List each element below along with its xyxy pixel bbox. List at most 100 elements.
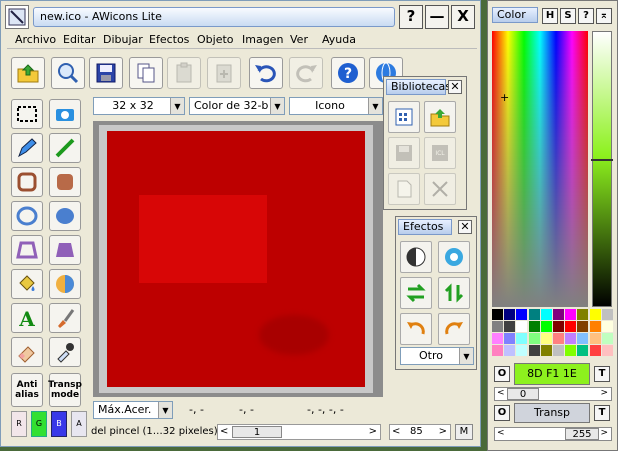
close-icon[interactable]: ✕ <box>448 80 462 94</box>
palette-swatch[interactable] <box>504 321 516 332</box>
channel-r[interactable]: R <box>11 411 27 437</box>
library-page-button[interactable] <box>388 173 420 205</box>
tool-filled-rect[interactable] <box>49 167 81 197</box>
palette-swatch[interactable] <box>565 321 577 332</box>
minimize-button[interactable]: — <box>425 5 449 29</box>
redo-button[interactable] <box>289 57 323 89</box>
palette-swatch[interactable] <box>492 321 503 332</box>
menu-imagen[interactable]: Imagen <box>242 33 283 46</box>
slider-thumb[interactable]: 255 <box>565 428 599 440</box>
channel-g[interactable]: G <box>31 411 47 437</box>
effect-rotate-left-button[interactable] <box>400 313 432 345</box>
tool-pencil[interactable] <box>11 133 43 163</box>
saturation-mode-button[interactable]: S <box>560 8 576 24</box>
palette-swatch[interactable] <box>577 333 589 344</box>
paste-new-button[interactable] <box>207 57 241 89</box>
palette-swatch[interactable] <box>540 333 552 344</box>
transparent-button-2[interactable]: T <box>594 405 610 421</box>
menu-objeto[interactable]: Objeto <box>197 33 234 46</box>
hue-mode-button[interactable]: H <box>542 8 558 24</box>
effect-flip-v-button[interactable] <box>438 277 470 309</box>
tool-filled-ellipse[interactable] <box>49 201 81 231</box>
palette-swatch[interactable] <box>516 321 528 332</box>
palette-swatch[interactable] <box>540 345 552 356</box>
palette-swatch[interactable] <box>492 333 503 344</box>
palette-swatch[interactable] <box>577 321 589 332</box>
color-spectrum[interactable]: + <box>492 31 588 307</box>
palette-swatch[interactable] <box>492 309 503 320</box>
tool-polygon[interactable] <box>11 235 43 265</box>
palette-swatch[interactable] <box>565 345 577 356</box>
tool-filled-polygon[interactable] <box>49 235 81 265</box>
palette-swatch[interactable] <box>577 309 589 320</box>
library-new-button[interactable] <box>388 101 420 133</box>
color-help-button[interactable]: ? <box>578 8 594 24</box>
color-palette[interactable] <box>492 309 614 357</box>
library-save-button[interactable] <box>388 137 420 169</box>
save-button[interactable] <box>89 57 123 89</box>
palette-swatch[interactable] <box>589 345 601 356</box>
effect-color-button[interactable] <box>438 241 470 273</box>
palette-swatch[interactable] <box>601 321 613 332</box>
color-collapse-button[interactable]: ⌅ <box>596 8 612 24</box>
palette-swatch[interactable] <box>601 309 613 320</box>
menu-editar[interactable]: Editar <box>63 33 96 46</box>
help-button[interactable]: ? <box>331 57 365 89</box>
effect-contrast-button[interactable] <box>400 241 432 273</box>
otro-select[interactable]: Otro ▼ <box>400 347 474 365</box>
palette-swatch[interactable] <box>589 321 601 332</box>
antialias-toggle[interactable]: Anti alias <box>11 373 43 407</box>
tool-select[interactable] <box>11 99 43 129</box>
palette-swatch[interactable] <box>553 309 564 320</box>
palette-swatch[interactable] <box>504 333 516 344</box>
channel-b[interactable]: B <box>51 411 67 437</box>
palette-swatch[interactable] <box>492 345 503 356</box>
palette-swatch[interactable] <box>540 321 552 332</box>
palette-swatch[interactable] <box>565 333 577 344</box>
color-slider-2[interactable]: < 255 > <box>494 427 612 441</box>
palette-swatch[interactable] <box>553 333 564 344</box>
tool-eyedropper[interactable] <box>49 337 81 367</box>
color-depth-select[interactable]: Color de 32-bits▼ <box>189 97 285 115</box>
size-select[interactable]: 32 x 32 ▼ <box>93 97 185 115</box>
palette-swatch[interactable] <box>528 309 540 320</box>
zoom-button[interactable] <box>51 57 85 89</box>
zoom-mode-select[interactable]: Máx.Acer. ▼ <box>93 401 173 419</box>
undo-button[interactable] <box>249 57 283 89</box>
channel-a[interactable]: A <box>71 411 87 437</box>
effect-rotate-right-button[interactable] <box>438 313 470 345</box>
transp-mode-toggle[interactable]: Transp mode <box>48 373 82 407</box>
tool-capture[interactable] <box>49 99 81 129</box>
palette-swatch[interactable] <box>589 309 601 320</box>
menu-ayuda[interactable]: Ayuda <box>322 33 356 46</box>
help-title-button[interactable]: ? <box>399 5 423 29</box>
color-hex-value[interactable]: 8D F1 1E <box>514 363 590 385</box>
copy-button[interactable] <box>129 57 163 89</box>
paste-button[interactable] <box>167 57 201 89</box>
tool-fill[interactable] <box>11 269 43 299</box>
effect-flip-h-button[interactable] <box>400 277 432 309</box>
menu-ver[interactable]: Ver <box>290 33 308 46</box>
palette-swatch[interactable] <box>589 333 601 344</box>
close-icon[interactable]: ✕ <box>458 220 472 234</box>
tool-gradient[interactable] <box>49 269 81 299</box>
tool-line[interactable] <box>49 133 81 163</box>
palette-swatch[interactable] <box>565 309 577 320</box>
menu-efectos[interactable]: Efectos <box>149 33 189 46</box>
open-button[interactable] <box>11 57 45 89</box>
zoom-slider[interactable]: < 85 > <box>389 424 451 440</box>
menu-dibujar[interactable]: Dibujar <box>103 33 143 46</box>
palette-swatch[interactable] <box>516 309 528 320</box>
palette-swatch[interactable] <box>540 309 552 320</box>
library-open-button[interactable] <box>424 101 456 133</box>
tool-brush[interactable] <box>49 303 81 333</box>
slider-thumb[interactable]: 0 <box>507 388 539 400</box>
palette-swatch[interactable] <box>528 333 540 344</box>
palette-swatch[interactable] <box>504 345 516 356</box>
palette-swatch[interactable] <box>528 321 540 332</box>
slider-thumb[interactable]: 1 <box>232 426 282 438</box>
transp-swatch[interactable]: Transp <box>514 403 590 423</box>
m-button[interactable]: M <box>455 424 473 440</box>
palette-swatch[interactable] <box>516 333 528 344</box>
opaque-button-2[interactable]: O <box>494 405 510 421</box>
